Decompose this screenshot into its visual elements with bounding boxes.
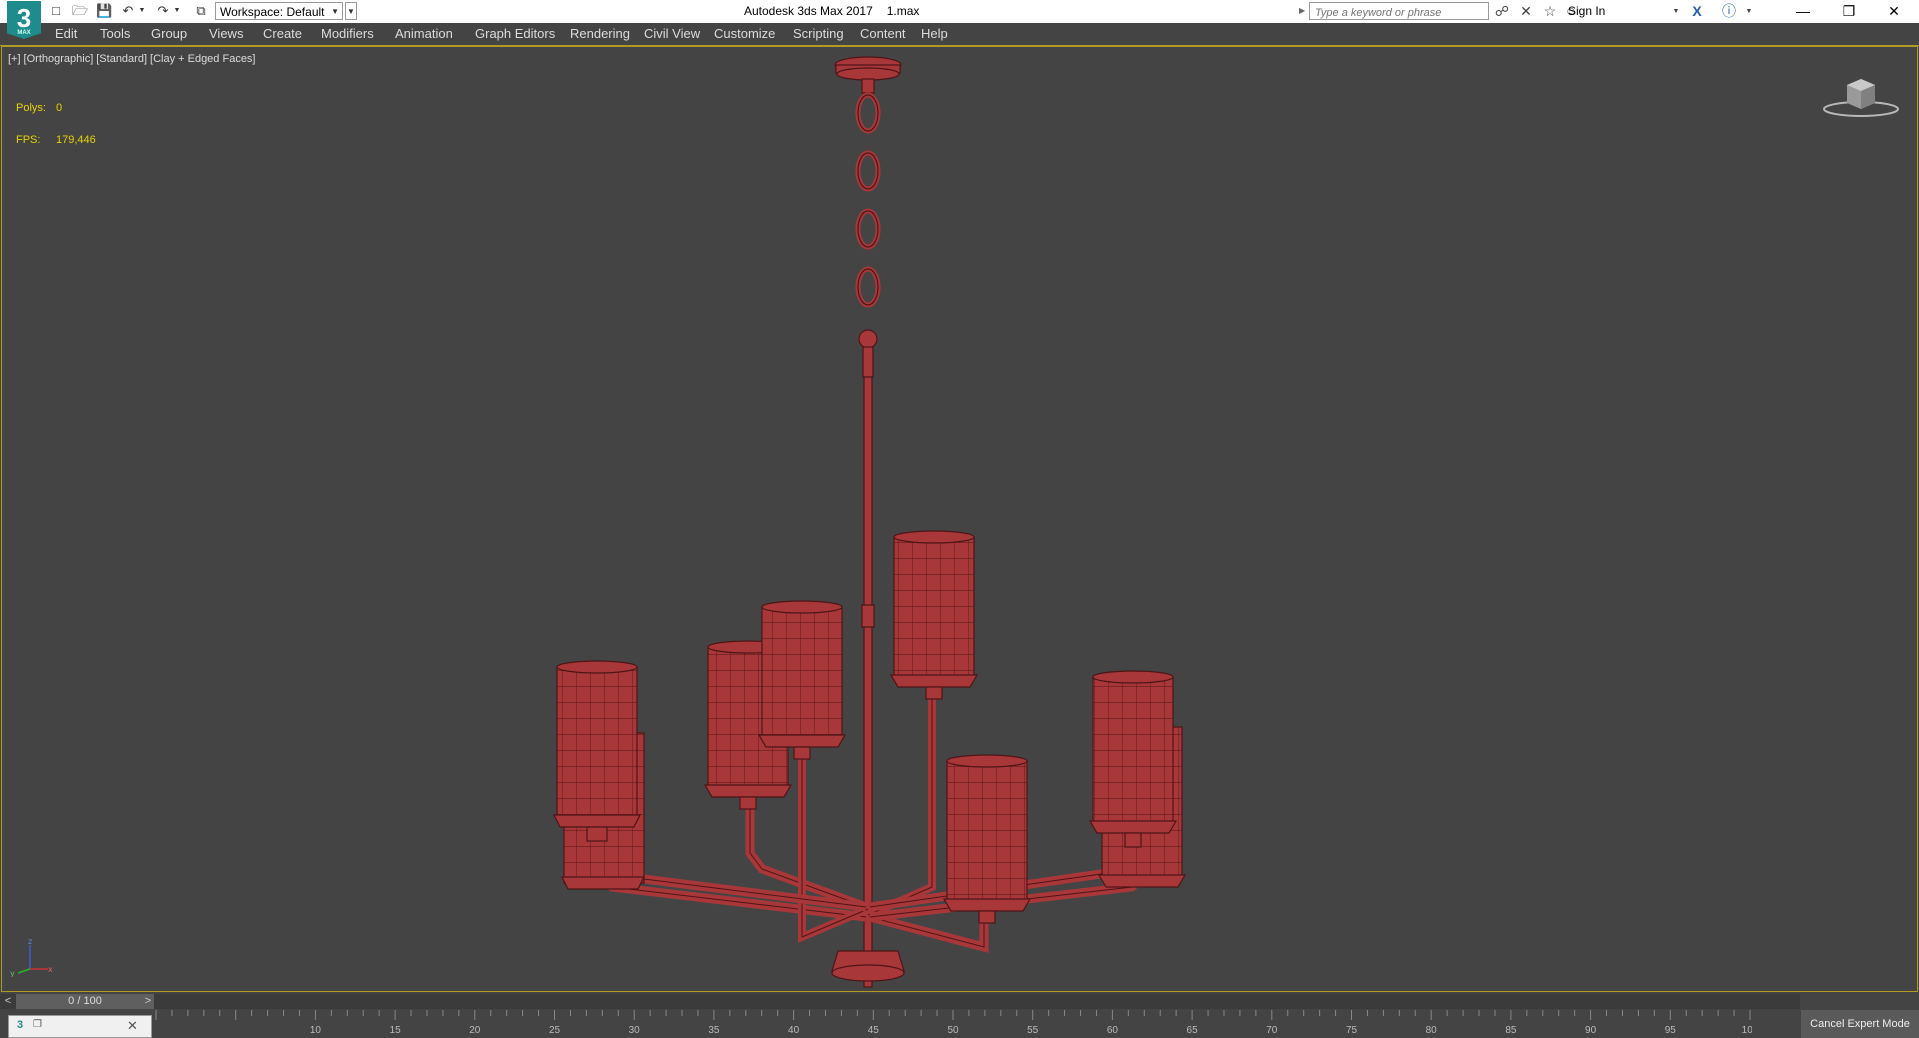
track-tick-label: 55 xyxy=(1027,1025,1039,1036)
project-folder-icon[interactable]: ⧉ xyxy=(193,3,209,19)
help-icon[interactable]: ⓘ xyxy=(1720,3,1738,20)
menu-edit[interactable]: Edit xyxy=(55,26,77,41)
help-dropdown-icon[interactable]: ▼ xyxy=(1740,3,1758,20)
track-tick-label: 80 xyxy=(1426,1025,1438,1036)
track-tick-label: 70 xyxy=(1266,1025,1278,1036)
exchange-apps-icon[interactable]: X xyxy=(1688,3,1706,20)
undo-dropdown-icon[interactable]: ▼ xyxy=(137,3,147,19)
menu-group[interactable]: Group xyxy=(151,26,187,41)
restore-icon[interactable]: ❐ xyxy=(1827,0,1871,22)
track-tick-label: 95 xyxy=(1665,1025,1677,1036)
track-tick-label: 35 xyxy=(708,1025,720,1036)
timeline-area: < 0 / 100 > 3 ❐ ✕ 10 15 20 25 30 35 40 45 50 55 60… xyxy=(0,992,1919,1038)
sign-in-link[interactable]: Sign In xyxy=(1568,4,1605,18)
track-tick-label: 75 xyxy=(1346,1025,1358,1036)
menu-animation[interactable]: Animation xyxy=(395,26,453,41)
menu-create[interactable]: Create xyxy=(263,26,302,41)
track-tick-label: 40 xyxy=(788,1025,800,1036)
menu-modifiers[interactable]: Modifiers xyxy=(321,26,374,41)
workspace-select[interactable]: Workspace: Default ▼ xyxy=(215,2,343,20)
menu-views[interactable]: Views xyxy=(209,26,243,41)
minimized-window-tab[interactable]: 3 ❐ ✕ xyxy=(8,1015,152,1038)
time-slider-thumb[interactable]: 0 / 100 xyxy=(16,994,154,1009)
menu-tools[interactable]: Tools xyxy=(100,26,130,41)
toolbar-customize-icon[interactable]: ▼ xyxy=(345,2,357,20)
binoculars-icon[interactable]: ☍ xyxy=(1493,3,1511,20)
track-tick-label: 90 xyxy=(1585,1025,1597,1036)
redo-icon[interactable]: ↷ xyxy=(155,3,171,19)
track-tick-label: 85 xyxy=(1505,1025,1517,1036)
search-input-box[interactable] xyxy=(1309,2,1489,21)
menu-civil-view[interactable]: Civil View xyxy=(644,26,700,41)
time-slider-track[interactable] xyxy=(0,994,1800,1009)
save-icon[interactable]: 💾 xyxy=(96,3,112,19)
search-expand-icon[interactable]: ▶ xyxy=(1299,6,1305,15)
track-tick-label: 30 xyxy=(629,1025,641,1036)
restore-window-icon[interactable]: ❐ xyxy=(33,1019,42,1030)
time-slider-next[interactable]: > xyxy=(141,994,155,1009)
track-tick-label: 65 xyxy=(1187,1025,1199,1036)
menu-bar: Edit Tools Group Views Create Modifiers … xyxy=(0,23,1919,46)
chandelier-model[interactable] xyxy=(2,47,1917,991)
track-tick-label: 10 xyxy=(310,1025,322,1036)
undo-icon[interactable]: ↶ xyxy=(120,3,136,19)
track-bar[interactable]: 10 15 20 25 30 35 40 45 50 55 60 65 70 75 80 85 90 95 100 xyxy=(152,1010,1752,1038)
cancel-expert-mode-button[interactable]: Cancel Expert Mode xyxy=(1801,1010,1919,1038)
close-window-icon[interactable]: ✕ xyxy=(127,1018,138,1034)
redo-dropdown-icon[interactable]: ▼ xyxy=(172,3,182,19)
mini-app-icon: 3 xyxy=(17,1019,24,1031)
track-tick-label: 20 xyxy=(469,1025,481,1036)
sign-in-dropdown-icon[interactable]: ▼ xyxy=(1667,3,1685,20)
favorites-star-icon[interactable]: ☆ xyxy=(1541,3,1559,20)
track-tick-label: 45 xyxy=(868,1025,880,1036)
close-icon[interactable]: ✕ xyxy=(1872,0,1916,22)
menu-scripting[interactable]: Scripting xyxy=(793,26,844,41)
time-slider-prev[interactable]: < xyxy=(1,994,15,1009)
title-bar: 3 MAX □ 🗁 💾 ↶ ▼ ↷ ▼ ⧉ Workspace: Default ▼… xyxy=(0,0,1919,39)
new-file-icon[interactable]: □ xyxy=(48,3,64,19)
track-tick-label: 60 xyxy=(1107,1025,1119,1036)
menu-content[interactable]: Content xyxy=(860,26,906,41)
track-tick-label: 15 xyxy=(390,1025,402,1036)
perspective-viewport[interactable]: [+] [Orthographic] [Standard] [Clay + Edged… xyxy=(1,46,1918,992)
minimize-icon[interactable]: — xyxy=(1781,0,1825,22)
track-tick-label: 50 xyxy=(947,1025,959,1036)
chevron-down-icon: ▼ xyxy=(331,7,339,16)
window-title: Autodesk 3ds Max 2017 1.max xyxy=(744,4,920,18)
menu-customize[interactable]: Customize xyxy=(714,26,775,41)
app-logo-icon[interactable]: 3 MAX xyxy=(7,1,41,39)
open-file-icon[interactable]: 🗁 xyxy=(72,3,88,19)
search-input[interactable] xyxy=(1313,5,1487,21)
menu-rendering[interactable]: Rendering xyxy=(570,26,630,41)
menu-graph-editors[interactable]: Graph Editors xyxy=(475,26,555,41)
menu-help[interactable]: Help xyxy=(921,26,948,41)
track-tick-label: 25 xyxy=(549,1025,561,1036)
subscription-icon[interactable]: ✕ xyxy=(1517,3,1535,20)
track-tick-label: 100 xyxy=(1742,1025,1752,1036)
